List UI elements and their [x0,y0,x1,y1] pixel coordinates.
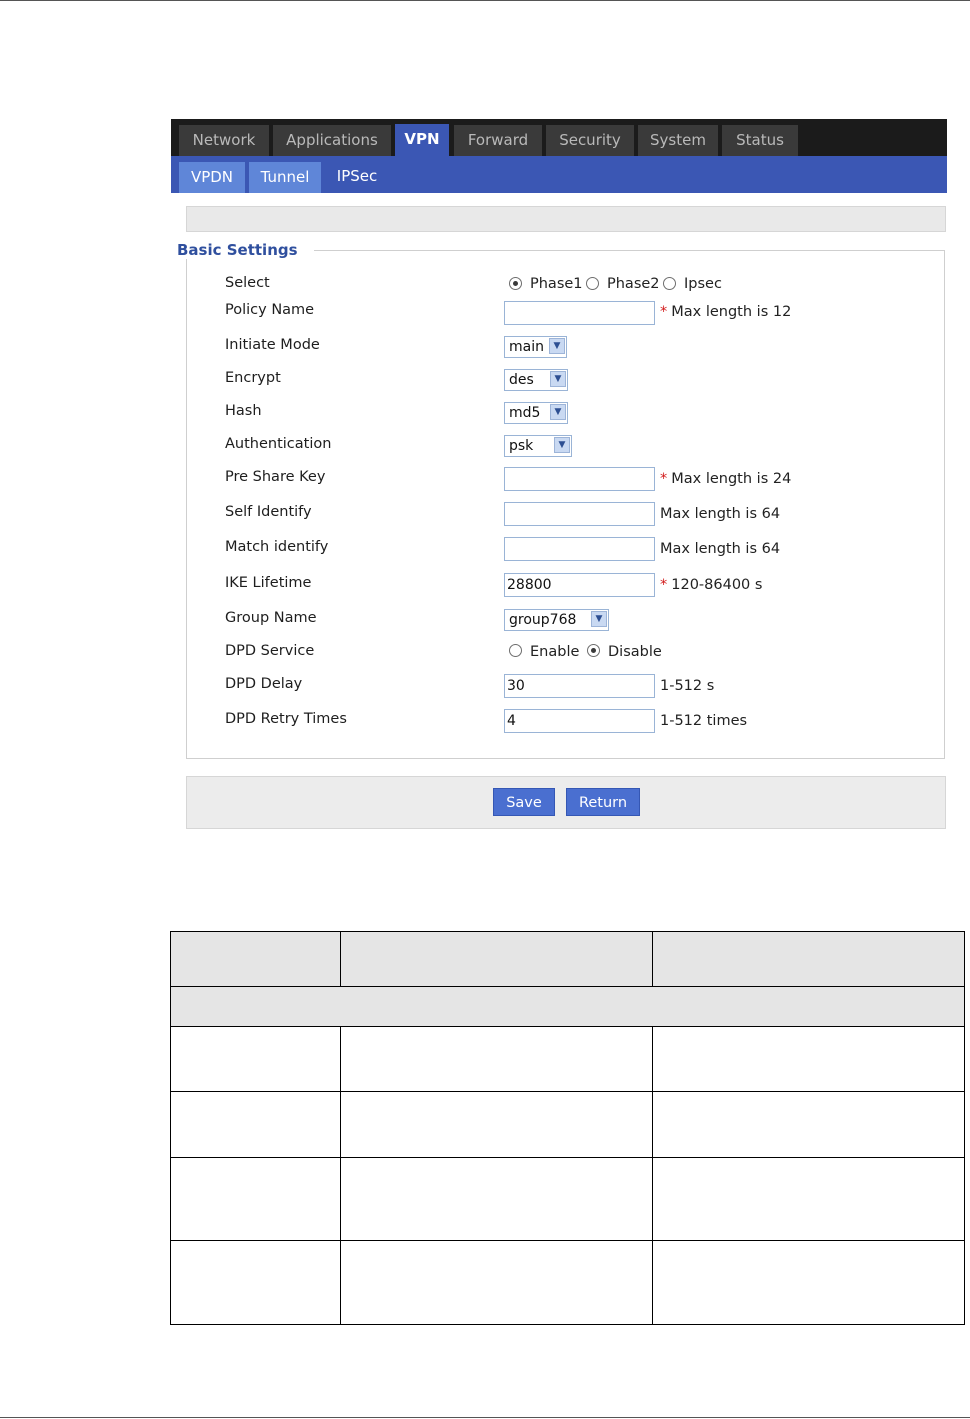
encrypt-select[interactable]: des ▼ [504,369,568,391]
hash-value: md5 [509,405,541,421]
policy-name-hint-text: Max length is 12 [671,304,792,320]
sub-nav-bar: VPDN Tunnel IPSec [171,156,947,193]
phase2-label: Phase2 [607,276,660,292]
table-border [170,931,171,1325]
chevron-down-icon: ▼ [550,371,566,387]
subtab-tunnel[interactable]: Tunnel [249,162,321,193]
ike-lifetime-label: IKE Lifetime [225,575,312,591]
section-title: Basic Settings [176,241,314,259]
dpd-enable-radio[interactable] [509,644,522,657]
authentication-select[interactable]: psk ▼ [504,435,572,457]
chevron-down-icon: ▼ [549,338,565,354]
dpd-disable-label: Disable [608,644,662,660]
ike-lifetime-hint-text: 120-86400 s [671,577,763,593]
required-mark: * [660,471,668,487]
table-border [170,1026,965,1027]
dpd-service-label: DPD Service [225,643,315,659]
encrypt-value: des [509,372,534,388]
table-border [170,986,965,987]
pre-share-key-hint-text: Max length is 24 [671,471,792,487]
dpd-delay-label: DPD Delay [225,676,303,692]
match-identify-input[interactable] [504,537,655,561]
table-section-row [170,986,965,1026]
phase1-label: Phase1 [530,276,583,292]
pre-share-key-label: Pre Share Key [225,469,326,485]
tab-applications[interactable]: Applications [273,125,391,156]
router-ipsec-screenshot: Network Applications VPN Forward Securit… [171,119,947,830]
return-button[interactable]: Return [566,788,640,816]
initiate-mode-select[interactable]: main ▼ [504,336,567,358]
ike-lifetime-input[interactable]: 28800 [504,573,655,597]
tab-forward[interactable]: Forward [454,125,542,156]
required-mark: * [660,304,668,320]
match-identify-label: Match identify [225,539,329,555]
dpd-retry-times-label: DPD Retry Times [225,711,347,727]
main-nav-bar: Network Applications VPN Forward Securit… [171,119,947,156]
ipsec-radio[interactable] [663,277,676,290]
table-border [170,1240,965,1241]
page-header-rule [0,0,970,1]
match-identify-hint: Max length is 64 [660,541,781,557]
phase1-radio[interactable] [509,277,522,290]
table-header-row [170,931,965,986]
chevron-down-icon: ▼ [554,437,570,453]
hash-label: Hash [225,403,262,419]
tab-status[interactable]: Status [722,125,798,156]
group-name-label: Group Name [225,610,317,626]
policy-name-input[interactable] [504,301,655,325]
self-identify-input[interactable] [504,502,655,526]
ipsec-label: Ipsec [684,276,722,292]
table-border [170,1157,965,1158]
table-border [170,931,965,932]
tab-network[interactable]: Network [179,125,269,156]
pre-share-key-hint: * Max length is 24 [660,471,791,487]
authentication-label: Authentication [225,436,332,452]
dpd-retry-times-hint: 1-512 times [660,713,748,729]
save-button[interactable]: Save [493,788,555,816]
required-mark: * [660,577,668,593]
self-identify-label: Self Identify [225,504,312,520]
dpd-disable-radio[interactable] [587,644,600,657]
chevron-down-icon: ▼ [591,611,607,627]
self-identify-hint: Max length is 64 [660,506,781,522]
parameter-table [170,931,965,1326]
table-border [652,931,653,986]
policy-name-hint: * Max length is 12 [660,304,791,320]
table-border [170,1324,965,1325]
select-label: Select [225,275,270,291]
table-border [170,1091,965,1092]
group-name-select[interactable]: group768 ▼ [504,609,609,631]
subtab-vpdn[interactable]: VPDN [179,162,245,193]
tab-vpn[interactable]: VPN [395,124,449,156]
group-name-value: group768 [509,612,577,628]
table-border [340,1026,341,1325]
phase2-radio[interactable] [586,277,599,290]
encrypt-label: Encrypt [225,370,281,386]
dpd-delay-input[interactable]: 30 [504,674,655,698]
dpd-retry-times-input[interactable]: 4 [504,709,655,733]
pre-share-key-input[interactable] [504,467,655,491]
initiate-mode-value: main [509,339,544,355]
policy-name-label: Policy Name [225,302,315,318]
authentication-value: psk [509,438,534,454]
table-border [652,1026,653,1325]
table-border [964,931,965,1325]
ike-lifetime-hint: * 120-86400 s [660,577,762,593]
dpd-enable-label: Enable [530,644,580,660]
info-bar [186,206,946,232]
chevron-down-icon: ▼ [550,404,566,420]
initiate-mode-label: Initiate Mode [225,337,320,353]
hash-select[interactable]: md5 ▼ [504,402,568,424]
tab-system[interactable]: System [638,125,718,156]
dpd-delay-hint: 1-512 s [660,678,715,694]
table-border [340,931,341,986]
subtab-ipsec[interactable]: IPSec [325,161,389,192]
page-footer-rule [0,1417,970,1418]
tab-security[interactable]: Security [546,125,634,156]
